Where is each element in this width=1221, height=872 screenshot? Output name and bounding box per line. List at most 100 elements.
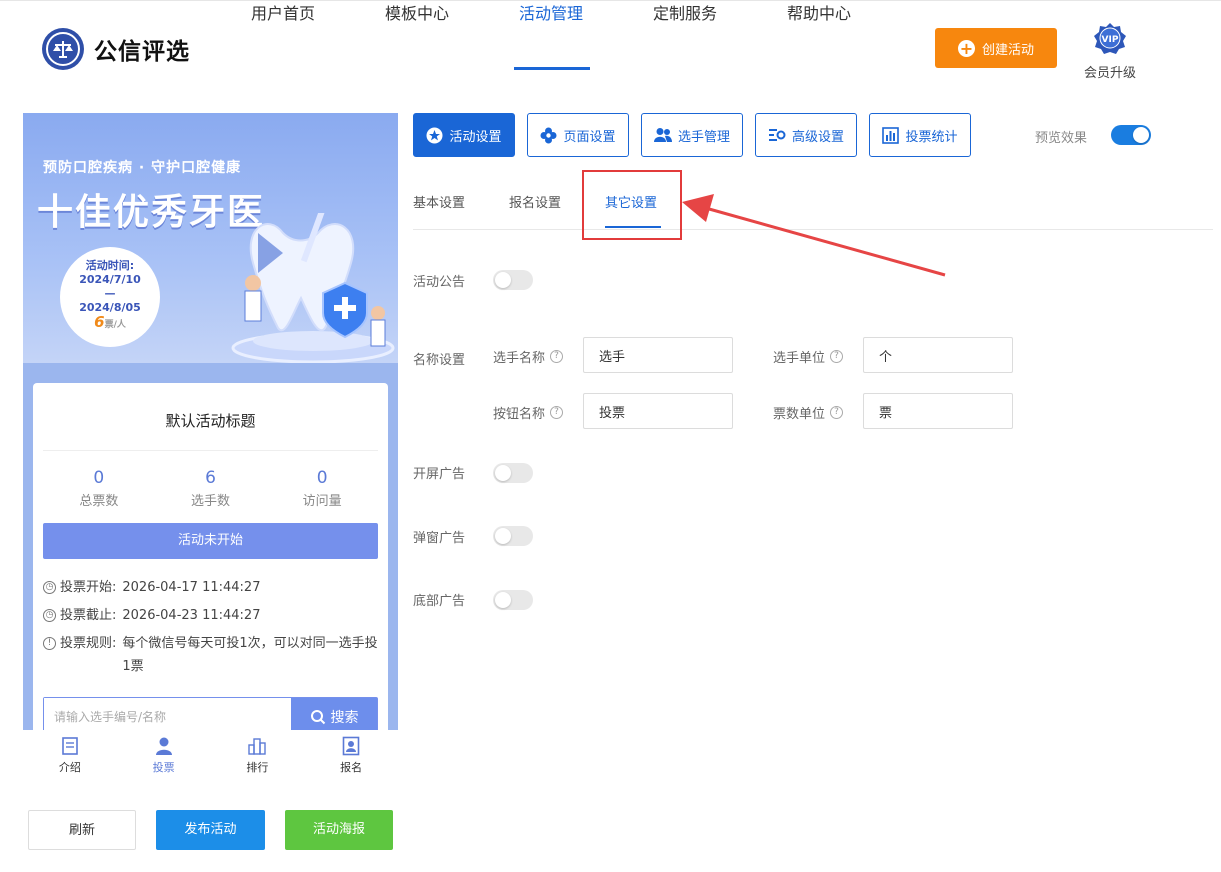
stat-value: 0 <box>93 468 105 488</box>
subtab-signup-settings[interactable]: 报名设置 <box>509 192 561 211</box>
nav-item-custom-service[interactable]: 定制服务 <box>653 0 717 24</box>
nav-item-help-center[interactable]: 帮助中心 <box>787 0 851 24</box>
tab-advanced-settings[interactable]: 高级设置 <box>755 113 857 157</box>
tool-label: 选手管理 <box>677 129 730 145</box>
doc-icon <box>62 737 78 755</box>
tooth-illustration <box>231 213 395 363</box>
plus-icon: + <box>957 38 975 58</box>
brand-name: 公信评选 <box>94 39 190 65</box>
nav-item-template-center[interactable]: 模板中心 <box>385 0 449 24</box>
info-icon: ! <box>43 637 56 650</box>
annotation-arrow-icon <box>682 194 946 277</box>
tab-page-settings[interactable]: 页面设置 <box>527 113 629 157</box>
date-label: 活动时间: <box>85 259 135 272</box>
refresh-button[interactable]: 刷新 <box>28 810 136 850</box>
tab-signup[interactable]: 报名 <box>304 730 398 780</box>
star-icon <box>426 127 443 143</box>
clock-icon: ◷ <box>43 581 56 594</box>
preview-banner: 预防口腔疾病 · 守护口腔健康 十佳优秀牙医 活动时间: 2024/7/10 —… <box>23 113 398 363</box>
player-name-label: 选手名称? <box>493 347 564 366</box>
activity-status-button[interactable]: 活动未开始 <box>43 523 378 559</box>
help-icon[interactable]: ? <box>550 350 564 363</box>
date-separator: — <box>104 287 116 300</box>
stat-visits: 0 访问量 <box>266 468 378 509</box>
vote-end-label: 投票截止: <box>60 608 117 623</box>
vote-unit-input[interactable] <box>863 393 1013 429</box>
button-name-input[interactable] <box>583 393 733 429</box>
date-start: 2024/7/10 <box>79 273 141 286</box>
tab-label: 投票 <box>152 761 175 774</box>
divider <box>43 450 378 451</box>
activity-poster-button[interactable]: 活动海报 <box>285 810 393 850</box>
announcement-label: 活动公告 <box>413 275 466 290</box>
date-end: 2024/8/05 <box>79 301 141 314</box>
nav-active-indicator <box>514 67 590 70</box>
tab-ranking[interactable]: 排行 <box>211 730 305 780</box>
vote-end-info: ◷ 投票截止: 2026-04-23 11:44:27 <box>43 604 378 627</box>
vote-start-value: 2026-04-17 11:44:27 <box>122 580 261 595</box>
search-button-label: 搜索 <box>330 710 359 726</box>
tool-label: 页面设置 <box>563 129 616 145</box>
player-name-label-text: 选手名称 <box>493 351 546 366</box>
brand-logo[interactable]: 公信评选 <box>42 28 190 70</box>
popup-ad-toggle[interactable] <box>493 526 533 546</box>
splash-ad-toggle[interactable] <box>493 463 533 483</box>
annotation-highlight-box <box>582 170 682 240</box>
activity-date-badge: 活动时间: 2024/7/10 — 2024/8/05 6票/人 <box>60 247 160 347</box>
tab-vote[interactable]: 投票 <box>117 730 211 780</box>
nav-item-user-home[interactable]: 用户首页 <box>251 0 315 24</box>
mobile-preview: 预防口腔疾病 · 守护口腔健康 十佳优秀牙医 活动时间: 2024/7/10 —… <box>23 113 398 730</box>
tab-label: 报名 <box>340 761 363 774</box>
tab-player-management[interactable]: 选手管理 <box>641 113 743 157</box>
help-icon[interactable]: ? <box>550 406 564 419</box>
vote-rule-value: 每个微信号每天可投1次，可以对同一选手投1票 <box>122 636 378 674</box>
stat-total-votes: 0 总票数 <box>43 468 155 509</box>
vote-start-info: ◷ 投票开始: 2026-04-17 11:44:27 <box>43 576 378 599</box>
announcement-toggle[interactable] <box>493 270 533 290</box>
create-activity-button[interactable]: + 创建活动 <box>935 28 1057 68</box>
player-search-button[interactable]: 搜索 <box>291 698 377 730</box>
preview-tabbar: 介绍 投票 排行 报名 <box>23 730 398 780</box>
help-icon[interactable]: ? <box>830 406 844 419</box>
bottom-ad-toggle[interactable] <box>493 590 533 610</box>
stat-label: 总票数 <box>79 494 119 509</box>
tool-label: 高级设置 <box>791 129 844 145</box>
stat-value: 0 <box>316 468 328 488</box>
tab-activity-settings[interactable]: 活动设置 <box>413 113 515 157</box>
sliders-icon <box>768 129 786 141</box>
scales-icon <box>42 28 84 70</box>
vip-upgrade[interactable]: VIP 会员升级 <box>1078 22 1142 81</box>
help-icon[interactable]: ? <box>830 350 844 363</box>
vote-rule-label: 投票规则: <box>60 636 117 651</box>
button-name-label: 按钮名称? <box>493 403 564 422</box>
stat-player-count: 6 选手数 <box>155 468 267 509</box>
vote-start-label: 投票开始: <box>60 580 117 595</box>
preview-effect-label: 预览效果 <box>1035 131 1088 146</box>
vip-badge-icon: VIP <box>1094 23 1126 54</box>
tab-vote-statistics[interactable]: 投票统计 <box>869 113 971 157</box>
player-unit-label: 选手单位? <box>773 347 844 366</box>
button-name-label-text: 按钮名称 <box>493 407 546 422</box>
vote-unit-label: 票数单位? <box>773 403 844 422</box>
player-search-input[interactable] <box>44 698 291 730</box>
id-card-icon <box>342 736 360 756</box>
bar-chart-icon <box>248 738 267 755</box>
player-unit-input[interactable] <box>863 337 1013 373</box>
subtab-basic-settings[interactable]: 基本设置 <box>413 192 465 211</box>
search-icon <box>310 710 325 725</box>
votes-per-person: 6票/人 <box>60 315 160 332</box>
player-search: 搜索 <box>43 697 378 730</box>
tab-intro[interactable]: 介绍 <box>23 730 117 780</box>
splash-ad-label: 开屏广告 <box>413 467 466 482</box>
player-name-input[interactable] <box>583 337 733 373</box>
tab-label: 介绍 <box>58 761 81 774</box>
stats-icon <box>882 126 900 144</box>
preview-activity-title: 默认活动标题 <box>165 412 256 430</box>
publish-activity-button[interactable]: 发布活动 <box>156 810 265 850</box>
nav-item-activity-management[interactable]: 活动管理 <box>519 0 583 24</box>
votes-per-person-unit: 票/人 <box>104 320 126 330</box>
stat-value: 6 <box>205 468 216 488</box>
preview-effect-toggle[interactable] <box>1111 125 1151 145</box>
users-icon <box>653 128 672 142</box>
flower-icon <box>540 127 557 143</box>
